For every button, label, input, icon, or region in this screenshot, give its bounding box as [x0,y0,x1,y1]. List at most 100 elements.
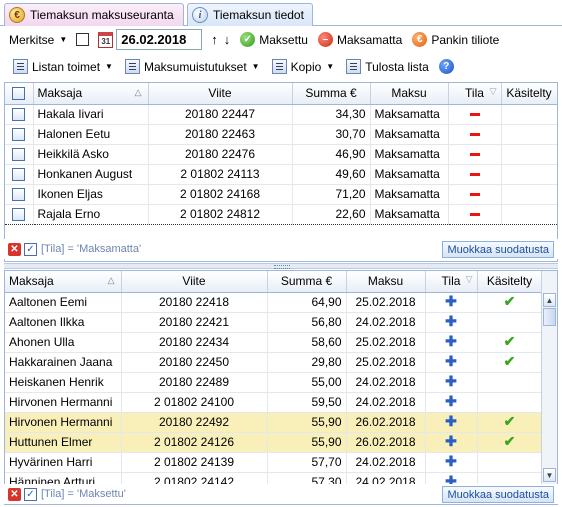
pankin-tiliote-button[interactable]: € Pankin tiliote [409,29,502,51]
paid-status-icon: ✚ [445,333,457,349]
cell-maksu: Maksamatta [370,144,449,165]
splitter-handle[interactable] [4,263,558,269]
tab-maksuseuranta[interactable]: € Tiemaksun maksuseuranta [4,3,184,26]
pankin-label: Pankin tiliote [431,32,500,47]
table-row[interactable]: Hakkarainen Jaana 20180 22450 29,80 25.0… [5,352,543,373]
paid-status-icon: ✚ [445,393,457,409]
table-row-highlighted[interactable]: Huttunen Elmer 2 01802 24126 55,90 26.02… [5,432,543,453]
tab-label: Tiemaksun maksuseuranta [30,8,174,22]
row-checkbox[interactable] [12,168,26,182]
cell-viite: 2 01802 24139 [121,452,268,473]
processed-check-icon: ✔ [503,433,516,449]
table-row[interactable]: Heiskanen Henrik 20180 22489 55,00 24.02… [5,372,543,393]
clear-filter-icon[interactable]: ✕ [8,487,21,501]
table-row[interactable]: Heikkilä Asko 20180 22476 46,90 Maksamat… [5,144,557,165]
table-row[interactable]: Ikonen Eljas 2 01802 24168 71,20 Maksama… [5,184,557,205]
edit-filter-button[interactable]: Muokkaa suodatusta [442,241,554,258]
header-viite[interactable]: Viite [121,271,268,293]
table-row-highlighted[interactable]: Hirvonen Hermanni 20180 22492 55,90 26.0… [5,412,543,433]
maksettu-button[interactable]: ✓ Maksettu [237,29,311,51]
sort-asc-icon: △ [107,275,115,285]
row-checkbox[interactable] [12,148,26,162]
table-row[interactable]: Honkanen August 2 01802 24113 49,60 Maks… [5,164,557,185]
cell-maksaja: Hirvonen Hermanni [5,412,122,433]
header-maksu[interactable]: Maksu [346,271,426,293]
header-kasitelty[interactable]: Käsitelty [501,83,557,105]
euro-circle-icon: € [412,32,428,47]
paid-status-icon: ✚ [445,413,457,429]
unpaid-status-icon [469,133,480,137]
maksumuistutukset-dropdown[interactable]: Maksumuistutukset ▼ [122,56,263,78]
tab-label: Tiemaksun tiedot [213,8,304,22]
cell-maksaja: Honkanen August [33,164,149,185]
row-checkbox[interactable] [12,128,26,142]
select-all-checkbox[interactable] [76,33,90,46]
calendar-icon[interactable]: 31 [98,31,114,48]
header-maksaja[interactable]: Maksaja △ [33,83,149,105]
table-row[interactable]: Halonen Eetu 20180 22463 30,70 Maksamatt… [5,124,557,145]
header-tila[interactable]: Tila ▽ [425,271,478,293]
scroll-up-icon[interactable]: ▲ [543,293,556,307]
scroll-thumb[interactable] [543,308,556,326]
cell-viite: 2 01802 24812 [148,203,293,225]
vertical-scrollbar[interactable]: ▲ ▼ [541,271,557,504]
cell-maksu: Maksamatta [370,164,449,185]
scroll-down-icon[interactable]: ▼ [543,468,556,482]
paid-grid: Maksaja △ Viite Summa € Maksu Tila ▽ Käsit… [4,270,558,505]
table-row[interactable]: Aaltonen Ilkka 20180 22421 56,80 24.02.2… [5,312,543,333]
unpaid-grid: Maksaja △ Viite Summa € Maksu Tila ▽ Käsit… [4,82,558,262]
header-viite[interactable]: Viite [148,83,293,105]
table-row[interactable]: Rajala Erno 2 01802 24812 22,60 Maksamat… [5,203,557,225]
date-input[interactable] [116,29,203,50]
header-checkbox[interactable] [12,87,26,101]
table-row[interactable]: Aaltonen Eemi 20180 22418 64,90 25.02.20… [5,292,543,313]
filter-enabled-checkbox[interactable]: ✓ [24,487,37,501]
cell-maksaja: Heiskanen Henrik [5,372,122,393]
header-maksaja[interactable]: Maksaja △ [5,271,122,293]
paid-status-icon: ✚ [445,373,457,389]
cell-maksu: 25.02.2018 [346,352,426,373]
header-tila[interactable]: Tila ▽ [448,83,502,105]
header-select[interactable] [5,83,34,105]
cell-summa: 57,70 [267,452,347,473]
help-icon[interactable]: ? [438,59,454,74]
cell-viite: 20180 22463 [148,124,293,145]
cell-viite: 20180 22489 [121,372,268,393]
paid-status-icon: ✚ [445,433,457,449]
unpaid-status-icon [469,153,480,157]
table-row[interactable]: Ahonen Ulla 20180 22434 58,60 25.02.2018… [5,332,543,353]
cell-maksaja: Aaltonen Eemi [5,292,122,313]
tab-tiedot[interactable]: i Tiemaksun tiedot [187,3,313,26]
maksamatta-button[interactable]: – Maksamatta [315,29,405,51]
cell-maksaja: Rajala Erno [33,203,149,225]
row-checkbox[interactable] [12,188,26,202]
cell-maksu: Maksamatta [370,184,449,205]
header-kasitelty[interactable]: Käsitelty [477,271,543,293]
cell-viite: 20180 22434 [121,332,268,353]
table-row[interactable]: Hyvärinen Harri 2 01802 24139 57,70 24.0… [5,452,543,473]
arrow-down-icon[interactable]: ↓ [221,32,234,47]
reminder-icon [124,59,140,74]
clear-filter-icon[interactable]: ✕ [8,242,21,256]
row-checkbox[interactable] [12,208,26,222]
header-maksu[interactable]: Maksu [370,83,449,105]
tulosta-lista-button[interactable]: Tulosta lista [343,56,432,78]
cell-maksaja: Heikkilä Asko [33,144,149,165]
table-row[interactable]: Hirvonen Hermanni 2 01802 24100 59,50 24… [5,392,543,413]
header-summa[interactable]: Summa € [267,271,347,293]
filter-enabled-checkbox[interactable]: ✓ [24,242,37,256]
unpaid-filter-bar: ✕ ✓ [Tila] = 'Maksamatta' Muokkaa suodat… [4,239,558,259]
arrow-up-icon[interactable]: ↑ [208,32,221,47]
listan-toimet-dropdown[interactable]: Listan toimet ▼ [10,56,116,78]
kopio-dropdown[interactable]: Kopio ▼ [269,56,338,78]
edit-filter-button[interactable]: Muokkaa suodatusta [442,486,554,503]
header-summa[interactable]: Summa € [292,83,371,105]
cell-viite: 2 01802 24126 [121,432,268,453]
filter-icon: ▽ [465,274,473,284]
table-row[interactable]: Hakala Iivari 20180 22447 34,30 Maksamat… [5,104,557,125]
merkitse-dropdown[interactable]: Merkitse ▼ [6,29,70,51]
cell-summa: 55,00 [267,372,347,393]
row-checkbox[interactable] [12,108,26,122]
euro-coin-icon: € [9,7,25,23]
tab-bar: € Tiemaksun maksuseuranta i Tiemaksun ti… [0,0,562,26]
